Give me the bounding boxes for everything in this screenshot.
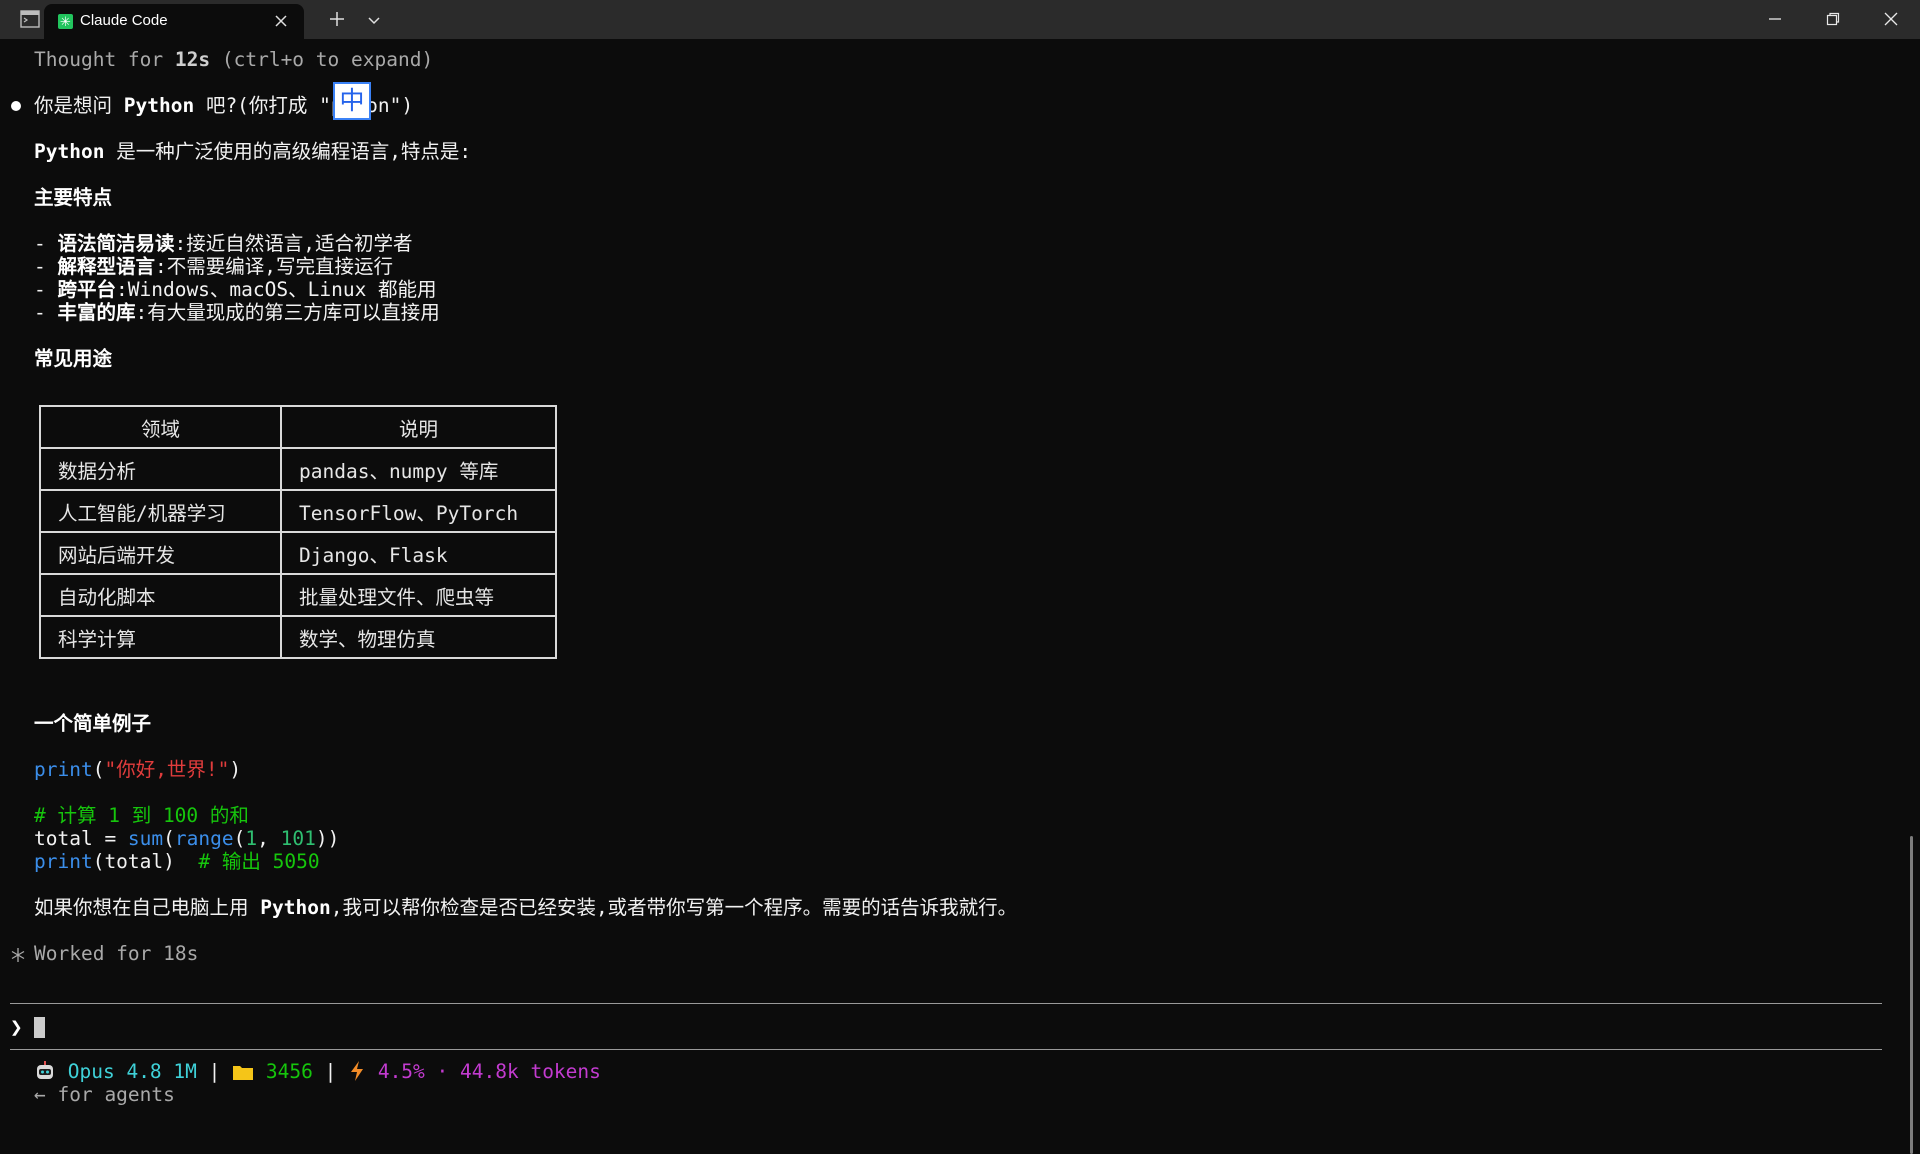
table-header: 说明 [280,405,557,449]
features-heading: 主要特点 [34,186,113,209]
table-cell: 数学、物理仿真 [280,615,557,659]
uses-table: 领域 说明 数据分析 pandas、numpy 等库 人工智能/机器学习 Ten… [39,405,557,659]
prompt-chevron-icon: ❯ [10,1015,23,1039]
robot-icon [37,1061,53,1079]
folder-name: 3456 [265,1060,313,1083]
thought-duration: 12s [174,48,211,71]
prompt-input-cursor[interactable] [34,1017,45,1038]
asterisk-icon [11,948,25,962]
scrollbar[interactable] [1910,836,1913,1154]
example-heading: 一个简单例子 [34,712,152,735]
intro-line: Python 是一种广泛使用的高级编程语言,特点是: [34,140,472,163]
table-cell: 网站后端开发 [39,531,282,575]
close-icon [1884,12,1898,26]
code-line: total = sum(range(1, 101)) [34,827,340,850]
minimize-button[interactable] [1746,0,1804,39]
statusline: Opus 4.8 1M | 3456 | 4.5% · 44.8k tokens [34,1060,601,1083]
prompt-divider-bottom [10,1049,1882,1050]
restore-button[interactable] [1804,0,1862,39]
feature-item: - 解释型语言:不需要编译,写完直接运行 [34,255,393,278]
minimize-icon [1769,18,1781,20]
code-comment: # 计算 1 到 100 的和 [34,804,249,827]
table-cell: 批量处理文件、爬虫等 [280,573,557,617]
feature-item: - 语法简洁易读:接近自然语言,适合初学者 [34,232,413,255]
terminal-pane[interactable]: Thought for 12s (ctrl+o to expand) 你是想问 … [0,39,1920,1154]
model-name: Opus 4.8 1M [67,1060,197,1083]
feature-item: - 丰富的库:有大量现成的第三方库可以直接用 [34,301,440,324]
window-titlebar: ✳ Claude Code [0,0,1920,39]
thought-prefix: Thought for [34,48,175,71]
table-cell: pandas、numpy 等库 [280,447,557,491]
table-row: 网站后端开发 Django、Flask [39,531,557,575]
ime-indicator[interactable]: 中 [333,82,371,120]
chevron-down-icon[interactable] [364,10,384,30]
code-line: print("你好,世界!") [34,758,242,781]
folder-icon [233,1066,254,1080]
code-line: print(total) # 输出 5050 [34,850,320,873]
token-usage: 4.5% · 44.8k tokens [377,1060,601,1083]
table-cell: 数据分析 [39,447,282,491]
worked-status: Worked for 18s [34,942,199,965]
table-cell: 人工智能/机器学习 [39,489,282,533]
close-window-button[interactable] [1862,0,1920,39]
uses-heading: 常见用途 [34,347,113,370]
table-row: 自动化脚本 批量处理文件、爬虫等 [39,573,557,617]
agents-hint[interactable]: ← for agents [34,1083,175,1106]
lightning-icon [351,1061,364,1081]
table-row: 科学计算 数学、物理仿真 [39,615,557,659]
restore-icon [1826,12,1840,26]
claude-asterisk-icon: ✳ [58,14,73,29]
tab-claude-code[interactable]: ✳ Claude Code [44,4,304,39]
thought-hint: (ctrl+o to expand) [210,48,434,71]
thought-line[interactable]: Thought for 12s (ctrl+o to expand) [34,48,433,71]
table-header-row: 领域 说明 [39,405,557,449]
terminal-app-icon[interactable] [20,10,40,28]
table-cell: 自动化脚本 [39,573,282,617]
table-row: 人工智能/机器学习 TensorFlow、PyTorch [39,489,557,533]
new-tab-plus-icon[interactable] [326,8,348,30]
tab-title: Claude Code [80,12,168,29]
table-header: 领域 [39,405,282,449]
table-cell: Django、Flask [280,531,557,575]
feature-item: - 跨平台:Windows、macOS、Linux 都能用 [34,278,437,301]
response-bullet-icon [11,101,21,111]
table-row: 数据分析 pandas、numpy 等库 [39,447,557,491]
closing-line: 如果你想在自己电脑上用 Python,我可以帮你检查是否已经安装,或者带你写第一… [34,896,1018,919]
prompt-divider-top [10,1003,1882,1004]
table-cell: 科学计算 [39,615,282,659]
table-cell: TensorFlow、PyTorch [280,489,557,533]
close-tab-icon[interactable] [273,13,289,29]
